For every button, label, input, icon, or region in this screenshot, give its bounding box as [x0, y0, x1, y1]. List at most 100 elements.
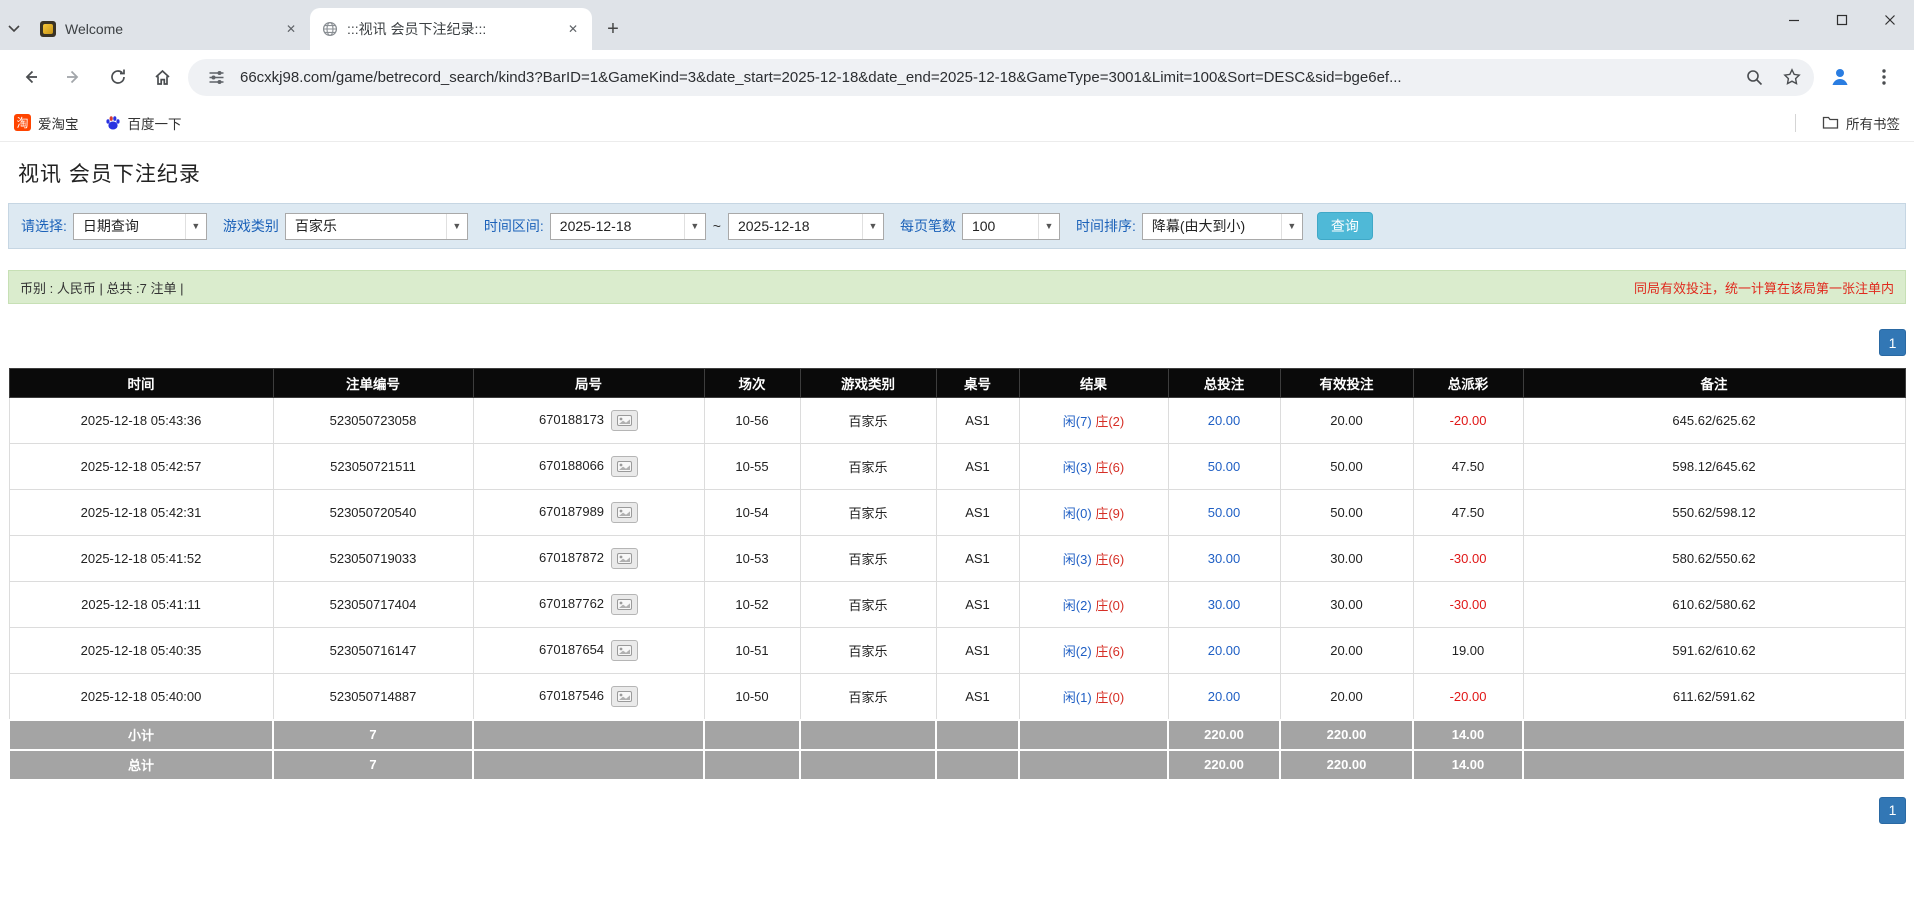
result-player: 闲(1): [1063, 690, 1092, 705]
chevron-down-icon: ▼: [185, 214, 206, 239]
currency-summary: 币别 : 人民币 | 总共 :7 注单 |: [20, 278, 184, 297]
round-result-button[interactable]: [611, 456, 638, 477]
query-type-select[interactable]: 日期查询 ▼: [73, 213, 207, 240]
page-1-button[interactable]: 1: [1879, 329, 1906, 356]
table-row: 2025-12-18 05:40:00 523050714887 6701875…: [9, 674, 1905, 720]
round-result-button[interactable]: [611, 686, 638, 707]
cell-result: 闲(7) 庄(2): [1019, 398, 1168, 444]
cell-note: 591.62/610.62: [1523, 628, 1905, 674]
total-bet-link[interactable]: 50.00: [1208, 505, 1241, 520]
cell-note: 610.62/580.62: [1523, 582, 1905, 628]
forward-icon[interactable]: [56, 59, 92, 95]
col-header-bet-id: 注单编号: [273, 369, 473, 398]
reload-icon[interactable]: [100, 59, 136, 95]
game-type-label: 游戏类别: [223, 216, 279, 236]
total-bet-link[interactable]: 20.00: [1208, 413, 1241, 428]
search-button[interactable]: 查询: [1317, 212, 1373, 240]
col-header-payout: 总派彩: [1413, 369, 1523, 398]
cell-time: 2025-12-18 05:41:11: [9, 582, 273, 628]
back-icon[interactable]: [12, 59, 48, 95]
tab-close-icon[interactable]: ✕: [564, 20, 582, 38]
all-bookmarks-button[interactable]: 所有书签: [1822, 113, 1900, 133]
bookmark-aitaobao[interactable]: 淘 爱淘宝: [14, 113, 79, 133]
round-result-button[interactable]: [611, 410, 638, 431]
site-settings-tune-icon[interactable]: [202, 63, 230, 91]
cell-table-no: AS1: [936, 444, 1019, 490]
col-header-table-no: 桌号: [936, 369, 1019, 398]
date-end-input[interactable]: 2025-12-18 ▼: [728, 213, 884, 240]
result-player: 闲(0): [1063, 506, 1092, 521]
cell-payout: -30.00: [1413, 582, 1523, 628]
round-number: 670187762: [539, 596, 604, 611]
cell-note: 550.62/598.12: [1523, 490, 1905, 536]
round-number: 670187989: [539, 504, 604, 519]
cell-total-bet: 20.00: [1168, 398, 1280, 444]
game-type-select[interactable]: 百家乐 ▼: [285, 213, 468, 240]
cell-payout: -20.00: [1413, 398, 1523, 444]
cell-round: 670187989: [473, 490, 704, 536]
date-start-input[interactable]: 2025-12-18 ▼: [550, 213, 706, 240]
profile-avatar-icon[interactable]: [1822, 59, 1858, 95]
cell-time: 2025-12-18 05:42:57: [9, 444, 273, 490]
total-bet-link[interactable]: 30.00: [1208, 551, 1241, 566]
cell-valid-bet: 20.00: [1280, 628, 1413, 674]
cell-total-bet: 50.00: [1168, 444, 1280, 490]
round-result-button[interactable]: [611, 548, 638, 569]
cell-total-bet: 20.00: [1168, 674, 1280, 720]
round-result-button[interactable]: [611, 502, 638, 523]
total-bet-link[interactable]: 20.00: [1208, 689, 1241, 704]
minimize-button[interactable]: [1770, 0, 1818, 40]
result-player: 闲(7): [1063, 414, 1092, 429]
round-number: 670187546: [539, 688, 604, 703]
url-text[interactable]: 66cxkj98.com/game/betrecord_search/kind3…: [240, 69, 1730, 86]
close-button[interactable]: [1866, 0, 1914, 40]
table-row: 2025-12-18 05:40:35 523050716147 6701876…: [9, 628, 1905, 674]
browser-window: Welcome ✕ :::视讯 会员下注纪录::: ✕ +: [0, 0, 1914, 824]
cell-table-no: AS1: [936, 490, 1019, 536]
result-banker: 庄(6): [1095, 644, 1124, 659]
cell-game-type: 百家乐: [800, 444, 936, 490]
cell-note: 611.62/591.62: [1523, 674, 1905, 720]
cell-time: 2025-12-18 05:40:00: [9, 674, 273, 720]
zoom-icon[interactable]: [1740, 63, 1768, 91]
tab-betrecord[interactable]: :::视讯 会员下注纪录::: ✕: [310, 8, 592, 50]
round-number: 670187654: [539, 642, 604, 657]
cell-round: 670188173: [473, 398, 704, 444]
cell-session: 10-50: [704, 674, 800, 720]
page-1-button[interactable]: 1: [1879, 797, 1906, 824]
cell-round: 670188066: [473, 444, 704, 490]
cell-round: 670187546: [473, 674, 704, 720]
tab-close-icon[interactable]: ✕: [282, 20, 300, 38]
bookmark-label: 爱淘宝: [38, 113, 79, 133]
sort-select[interactable]: 降幕(由大到小) ▼: [1142, 213, 1303, 240]
cell-round: 670187762: [473, 582, 704, 628]
cell-time: 2025-12-18 05:42:31: [9, 490, 273, 536]
home-icon[interactable]: [144, 59, 180, 95]
subtotal-label: 小计: [9, 720, 273, 750]
table-body: 2025-12-18 05:43:36 523050723058 6701881…: [9, 398, 1905, 720]
cell-game-type: 百家乐: [800, 490, 936, 536]
cell-table-no: AS1: [936, 536, 1019, 582]
sort-label: 时间排序:: [1076, 216, 1136, 236]
tab-search-chevron-icon[interactable]: [0, 8, 28, 50]
total-bet-link[interactable]: 50.00: [1208, 459, 1241, 474]
browser-menu-icon[interactable]: [1866, 59, 1902, 95]
table-row: 2025-12-18 05:43:36 523050723058 6701881…: [9, 398, 1905, 444]
total-bet-link[interactable]: 20.00: [1208, 643, 1241, 658]
page-size-select[interactable]: 100 ▼: [962, 213, 1060, 240]
bookmark-star-icon[interactable]: [1778, 63, 1806, 91]
total-bet-link[interactable]: 30.00: [1208, 597, 1241, 612]
cell-valid-bet: 20.00: [1280, 398, 1413, 444]
round-result-button[interactable]: [611, 640, 638, 661]
cell-payout: -20.00: [1413, 674, 1523, 720]
result-banker: 庄(2): [1095, 414, 1124, 429]
bookmark-baidu[interactable]: 百度一下: [105, 113, 182, 133]
maximize-button[interactable]: [1818, 0, 1866, 40]
address-bar[interactable]: 66cxkj98.com/game/betrecord_search/kind3…: [188, 59, 1814, 96]
col-header-result: 结果: [1019, 369, 1168, 398]
chevron-down-icon: ▼: [1038, 214, 1059, 239]
tab-title: :::视讯 会员下注纪录:::: [347, 19, 555, 39]
round-result-button[interactable]: [611, 594, 638, 615]
new-tab-button[interactable]: +: [598, 14, 628, 44]
tab-welcome[interactable]: Welcome ✕: [28, 8, 310, 50]
